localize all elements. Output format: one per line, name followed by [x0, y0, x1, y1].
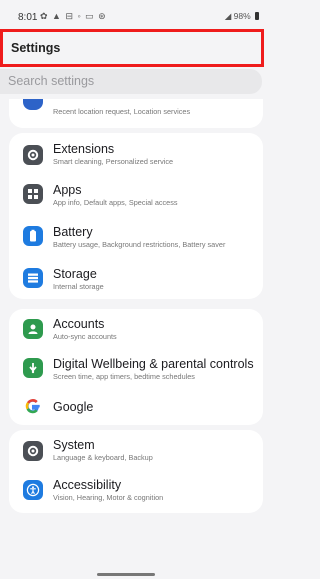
settings-item-label: Extensions — [53, 142, 115, 156]
settings-item-label: Google — [53, 400, 94, 414]
battery-icon — [255, 12, 259, 20]
system-icon — [23, 441, 43, 461]
settings-item-label: System — [53, 438, 95, 452]
settings-item-sub: Screen time, app timers, bedtime schedul… — [53, 372, 195, 381]
settings-item-label: Accessibility — [53, 478, 122, 492]
settings-group-system: System Language & keyboard, Backup Acces… — [9, 430, 263, 513]
status-time: 8:01 — [18, 12, 38, 23]
settings-item-sub: Recent location request, Location servic… — [53, 107, 191, 116]
settings-item-location[interactable]: Recent location request, Location servic… — [9, 99, 263, 128]
settings-item-extensions[interactable]: Extensions Smart cleaning, Personalized … — [9, 133, 263, 173]
location-icon — [23, 99, 43, 110]
apps-icon — [23, 184, 43, 204]
settings-item-battery[interactable]: Battery Battery usage, Background restri… — [9, 215, 263, 257]
signal-icon: ◢ — [224, 11, 232, 21]
settings-item-accounts[interactable]: Accounts Auto-sync accounts — [9, 309, 263, 347]
settings-item-label: Battery — [53, 225, 93, 239]
settings-group-device: Extensions Smart cleaning, Personalized … — [9, 133, 263, 299]
settings-item-accessibility[interactable]: Accessibility Vision, Hearing, Motor & c… — [9, 470, 263, 513]
settings-item-label: Digital Wellbeing & parental controls — [53, 357, 254, 371]
settings-item-apps[interactable]: Apps App info, Default apps, Special acc… — [9, 173, 263, 215]
digital-wellbeing-icon — [23, 358, 43, 378]
google-icon — [23, 396, 43, 416]
settings-item-sub: Smart cleaning, Personalized service — [53, 157, 174, 166]
settings-item-label: Accounts — [53, 317, 105, 331]
extensions-icon — [23, 145, 43, 165]
settings-item-sub: App info, Default apps, Special access — [53, 198, 178, 207]
status-bar: 8:01 ✿ ▲ ⊟ ◦ ▭ ⊛ ◢ 98% — [0, 0, 267, 26]
settings-item-sub: Battery usage, Background restrictions, … — [53, 240, 226, 249]
home-indicator[interactable] — [97, 573, 155, 576]
accounts-icon — [23, 319, 43, 339]
settings-item-google[interactable]: Google — [9, 389, 263, 425]
settings-item-label: Storage — [53, 267, 97, 281]
settings-item-label: Apps — [53, 183, 82, 197]
search-placeholder: Search settings — [8, 74, 95, 88]
header: Settings — [0, 29, 264, 67]
settings-item-sub: Vision, Hearing, Motor & cognition — [53, 493, 164, 502]
settings-item-storage[interactable]: Storage Internal storage — [9, 257, 263, 299]
settings-group-location: Recent location request, Location servic… — [9, 99, 263, 128]
status-right: ◢ 98% — [225, 11, 259, 22]
settings-item-system[interactable]: System Language & keyboard, Backup — [9, 430, 263, 470]
battery-icon — [23, 226, 43, 246]
settings-item-digital-wellbeing[interactable]: Digital Wellbeing & parental controls Sc… — [9, 347, 263, 389]
accessibility-icon — [23, 480, 43, 500]
settings-item-sub: Language & keyboard, Backup — [53, 453, 153, 462]
storage-icon — [23, 268, 43, 288]
battery-percent: 98% — [233, 11, 251, 21]
settings-item-sub: Internal storage — [53, 282, 104, 291]
search-input[interactable]: Search settings — [0, 69, 262, 94]
notification-icons: ✿ ▲ ⊟ ◦ ▭ ⊛ — [40, 11, 107, 21]
settings-group-accounts: Accounts Auto-sync accounts Digital Well… — [9, 309, 263, 425]
settings-item-sub: Auto-sync accounts — [53, 332, 117, 341]
page-title: Settings — [11, 41, 61, 55]
